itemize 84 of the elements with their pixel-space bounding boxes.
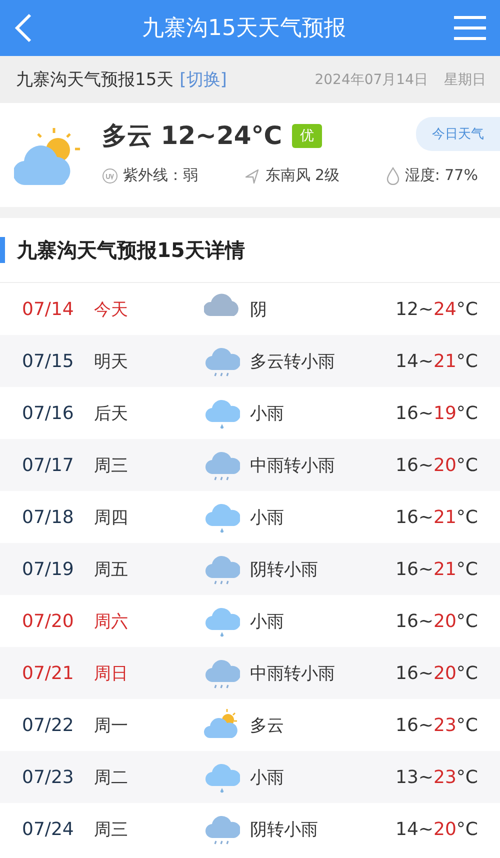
high-temp: 19: [434, 402, 456, 424]
temp-unit: °C: [456, 402, 478, 424]
condition-cell-text: 多云转小雨: [250, 350, 336, 372]
page-title: 九寨沟15天天气预报: [141, 15, 347, 43]
temp-unit: °C: [456, 662, 478, 684]
temp-unit: °C: [456, 558, 478, 580]
condition-cell-text: 小雨: [250, 610, 285, 632]
day-cell-text: 后天: [94, 402, 129, 424]
high-temp: 20: [434, 662, 456, 684]
date-cell-text: 07/15: [22, 350, 75, 372]
back-icon[interactable]: [12, 13, 34, 43]
air-quality-badge: 优: [292, 124, 322, 148]
droplet-icon: [386, 166, 400, 184]
day-cell-text: 周四: [94, 506, 129, 528]
day-cell-text: 周六: [94, 610, 129, 632]
temp-unit: °C: [456, 766, 478, 788]
location-title: 九寨沟天气预报15天: [16, 69, 174, 91]
high-temp: 21: [434, 558, 456, 580]
day-cell-text: 周三: [94, 818, 129, 840]
low-temp: 13~: [396, 766, 434, 788]
today-weather-tab[interactable]: 今日天气: [416, 117, 500, 151]
high-temp: 21: [434, 506, 456, 528]
high-temp: 20: [434, 610, 456, 632]
day-cell-text: 今天: [94, 298, 129, 320]
section-title: 九寨沟天气预报15天详情: [17, 236, 245, 264]
day-cell-text: 明天: [94, 350, 129, 372]
temp-unit: °C: [456, 298, 478, 320]
temp-unit: °C: [456, 714, 478, 736]
low-temp: 14~: [396, 818, 434, 840]
date-cell-text: 07/17: [22, 454, 75, 476]
current-condition: 多云 12~24°C: [102, 120, 282, 152]
condition-cell-text: 阴: [250, 298, 268, 320]
humidity-text: 湿度: 77%: [404, 166, 478, 185]
day-cell-text: 周五: [94, 558, 129, 580]
high-temp: 21: [434, 350, 456, 372]
date-text: 2024年07月14日: [314, 70, 428, 88]
day-cell-text: 周三: [94, 454, 129, 476]
condition-cell-text: 中雨转小雨: [250, 454, 336, 476]
low-temp: 16~: [396, 714, 434, 736]
condition-cell-text: 中雨转小雨: [250, 662, 336, 684]
temp-unit: °C: [456, 506, 478, 528]
low-temp: 16~: [396, 662, 434, 684]
temp-unit: °C: [456, 350, 478, 372]
date-cell-text: 07/22: [22, 714, 75, 736]
navigation-arrow-icon: [244, 168, 260, 184]
condition-cell-text: 小雨: [250, 402, 285, 424]
low-temp: 16~: [396, 402, 434, 424]
uv-text: 紫外线：弱: [123, 166, 198, 185]
wind-text: 东南风 2级: [265, 166, 340, 185]
low-temp: 14~: [396, 350, 434, 372]
condition-cell-text: 小雨: [250, 766, 285, 788]
condition-cell-text: 小雨: [250, 506, 285, 528]
date-cell-text: 07/14: [22, 298, 75, 320]
date-cell-text: 07/16: [22, 402, 75, 424]
high-temp: 20: [434, 454, 456, 476]
low-temp: 16~: [396, 454, 434, 476]
high-temp: 23: [434, 766, 456, 788]
temp-unit: °C: [456, 610, 478, 632]
low-temp: 16~: [396, 558, 434, 580]
date-cell-text: 07/24: [22, 818, 75, 840]
weekday-text: 星期日: [444, 70, 486, 88]
date-cell-text: 07/23: [22, 766, 75, 788]
low-temp: 16~: [396, 506, 434, 528]
day-cell-text: 周一: [94, 714, 129, 736]
condition-cell-text: 阴转小雨: [250, 558, 319, 580]
temp-unit: °C: [456, 818, 478, 840]
date-cell-text: 07/18: [22, 506, 75, 528]
menu-icon[interactable]: [454, 15, 486, 41]
condition-cell-text: 阴转小雨: [250, 818, 319, 840]
condition-cell-text: 多云: [250, 714, 285, 736]
switch-link[interactable]: [切换]: [180, 68, 227, 91]
low-temp: 16~: [396, 610, 434, 632]
high-temp: 23: [434, 714, 456, 736]
date-cell-text: 07/21: [22, 662, 75, 684]
low-temp: 12~: [396, 298, 434, 320]
uv-icon: [102, 168, 118, 184]
day-cell-text: 周日: [94, 662, 129, 684]
high-temp: 20: [434, 818, 456, 840]
high-temp: 24: [434, 298, 456, 320]
date-cell-text: 07/19: [22, 558, 75, 580]
date-cell-text: 07/20: [22, 610, 75, 632]
day-cell-text: 周二: [94, 766, 129, 788]
section-marker: [0, 237, 5, 263]
temp-unit: °C: [456, 454, 478, 476]
